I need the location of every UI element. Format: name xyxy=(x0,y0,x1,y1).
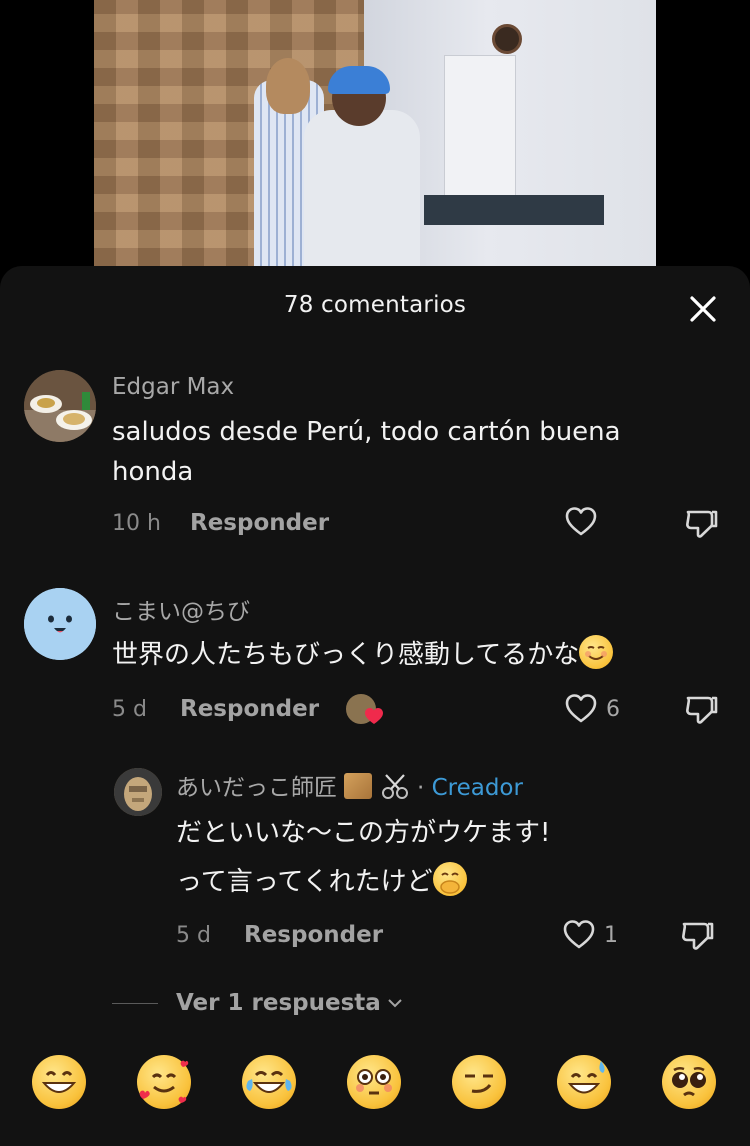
reply-text-line2: って言ってくれたけど xyxy=(176,867,433,897)
reply-button[interactable]: Responder xyxy=(244,922,383,948)
creator-badge: Creador xyxy=(431,775,523,801)
like-button[interactable] xyxy=(564,505,598,539)
reply-time: 5 d xyxy=(176,923,211,948)
blue-cap xyxy=(328,66,390,94)
heart-icon xyxy=(565,694,597,723)
comment-text: saludos desde Perú, todo cartón buena ho… xyxy=(112,417,621,487)
flushed-face-emoji-button[interactable] xyxy=(347,1055,401,1109)
sweat-smile-icon xyxy=(567,1061,605,1094)
smiling-face-with-hearts-icon xyxy=(139,1060,189,1103)
thumbs-down-icon xyxy=(682,922,714,950)
scissors-icon xyxy=(381,774,408,799)
smiling-face-with-hearts-emoji-button[interactable] xyxy=(137,1055,191,1109)
like-count: 6 xyxy=(606,696,620,722)
comment-time: 5 d xyxy=(112,697,147,722)
grinning-sweat-face-emoji-button[interactable] xyxy=(557,1055,611,1109)
reply-button[interactable]: Responder xyxy=(180,696,319,722)
package-emoji xyxy=(344,773,373,799)
like-button[interactable]: 1 xyxy=(562,918,618,952)
reply-username[interactable]: あいだっこ師匠 xyxy=(176,775,337,801)
comment-username[interactable]: こまい@ちび xyxy=(112,592,250,626)
close-icon xyxy=(690,296,716,322)
like-button[interactable]: 6 xyxy=(564,692,620,726)
reply-username-row: あいだっこ師匠 · Creador xyxy=(176,768,523,802)
reply-text-line1: だといいな〜この方がウケます! xyxy=(176,818,551,848)
thumbs-down-icon xyxy=(686,696,718,724)
emoji-quick-bar xyxy=(0,1055,750,1125)
close-button[interactable] xyxy=(686,292,720,326)
chevron-down-icon xyxy=(388,999,402,1008)
dislike-button[interactable] xyxy=(684,692,720,728)
reply-button[interactable]: Responder xyxy=(190,510,329,536)
avatar[interactable] xyxy=(114,768,162,816)
smirking-face-icon xyxy=(465,1074,493,1093)
door xyxy=(444,55,516,207)
thumbs-down-icon xyxy=(686,510,718,538)
divider-line xyxy=(112,1002,158,1004)
clock xyxy=(492,24,522,54)
hand-over-mouth-emoji xyxy=(432,862,467,896)
dislike-button[interactable] xyxy=(680,918,716,954)
grinning-face-icon xyxy=(41,1071,77,1093)
heart-icon xyxy=(563,920,595,949)
pleading-face-icon xyxy=(672,1066,706,1097)
tears-of-joy-icon xyxy=(246,1071,292,1093)
person-white-shirt xyxy=(304,110,420,266)
cardboard-robot-avatar xyxy=(114,768,162,816)
comment-text: 世界の人たちもびっくり感動してるかな xyxy=(112,640,580,670)
comment-text-wrapper: 世界の人たちもびっくり感動してるかな xyxy=(112,635,712,675)
comment-time: 10 h xyxy=(112,511,161,536)
heart-icon xyxy=(565,507,597,536)
cute-face-avatar xyxy=(24,588,96,660)
food-photo-avatar xyxy=(24,370,96,442)
face-with-tears-of-joy-emoji-button[interactable] xyxy=(242,1055,296,1109)
dislike-button[interactable] xyxy=(684,506,720,542)
avatar[interactable] xyxy=(24,588,96,660)
cardboard-mask xyxy=(266,58,310,114)
avatar[interactable] xyxy=(24,370,96,442)
pleading-face-emoji-button[interactable] xyxy=(662,1055,716,1109)
grinning-face-emoji-button[interactable] xyxy=(32,1055,86,1109)
creator-liked-badge xyxy=(344,692,384,728)
flushed-face-icon xyxy=(356,1069,392,1095)
comments-count-title: 78 comentarios xyxy=(283,292,467,318)
desk xyxy=(424,195,604,225)
comment-username[interactable]: Edgar Max xyxy=(112,374,234,400)
smiling-face-emoji xyxy=(579,635,614,669)
red-heart-icon xyxy=(365,708,383,724)
video-preview[interactable] xyxy=(94,0,656,266)
reply-text-line2-wrapper: って言ってくれたけど xyxy=(176,862,696,902)
separator: · xyxy=(416,775,425,801)
view-replies-button[interactable]: Ver 1 respuesta xyxy=(112,990,403,1016)
smirking-face-emoji-button[interactable] xyxy=(452,1055,506,1109)
view-replies-label: Ver 1 respuesta xyxy=(176,990,381,1016)
like-count: 1 xyxy=(604,922,618,948)
